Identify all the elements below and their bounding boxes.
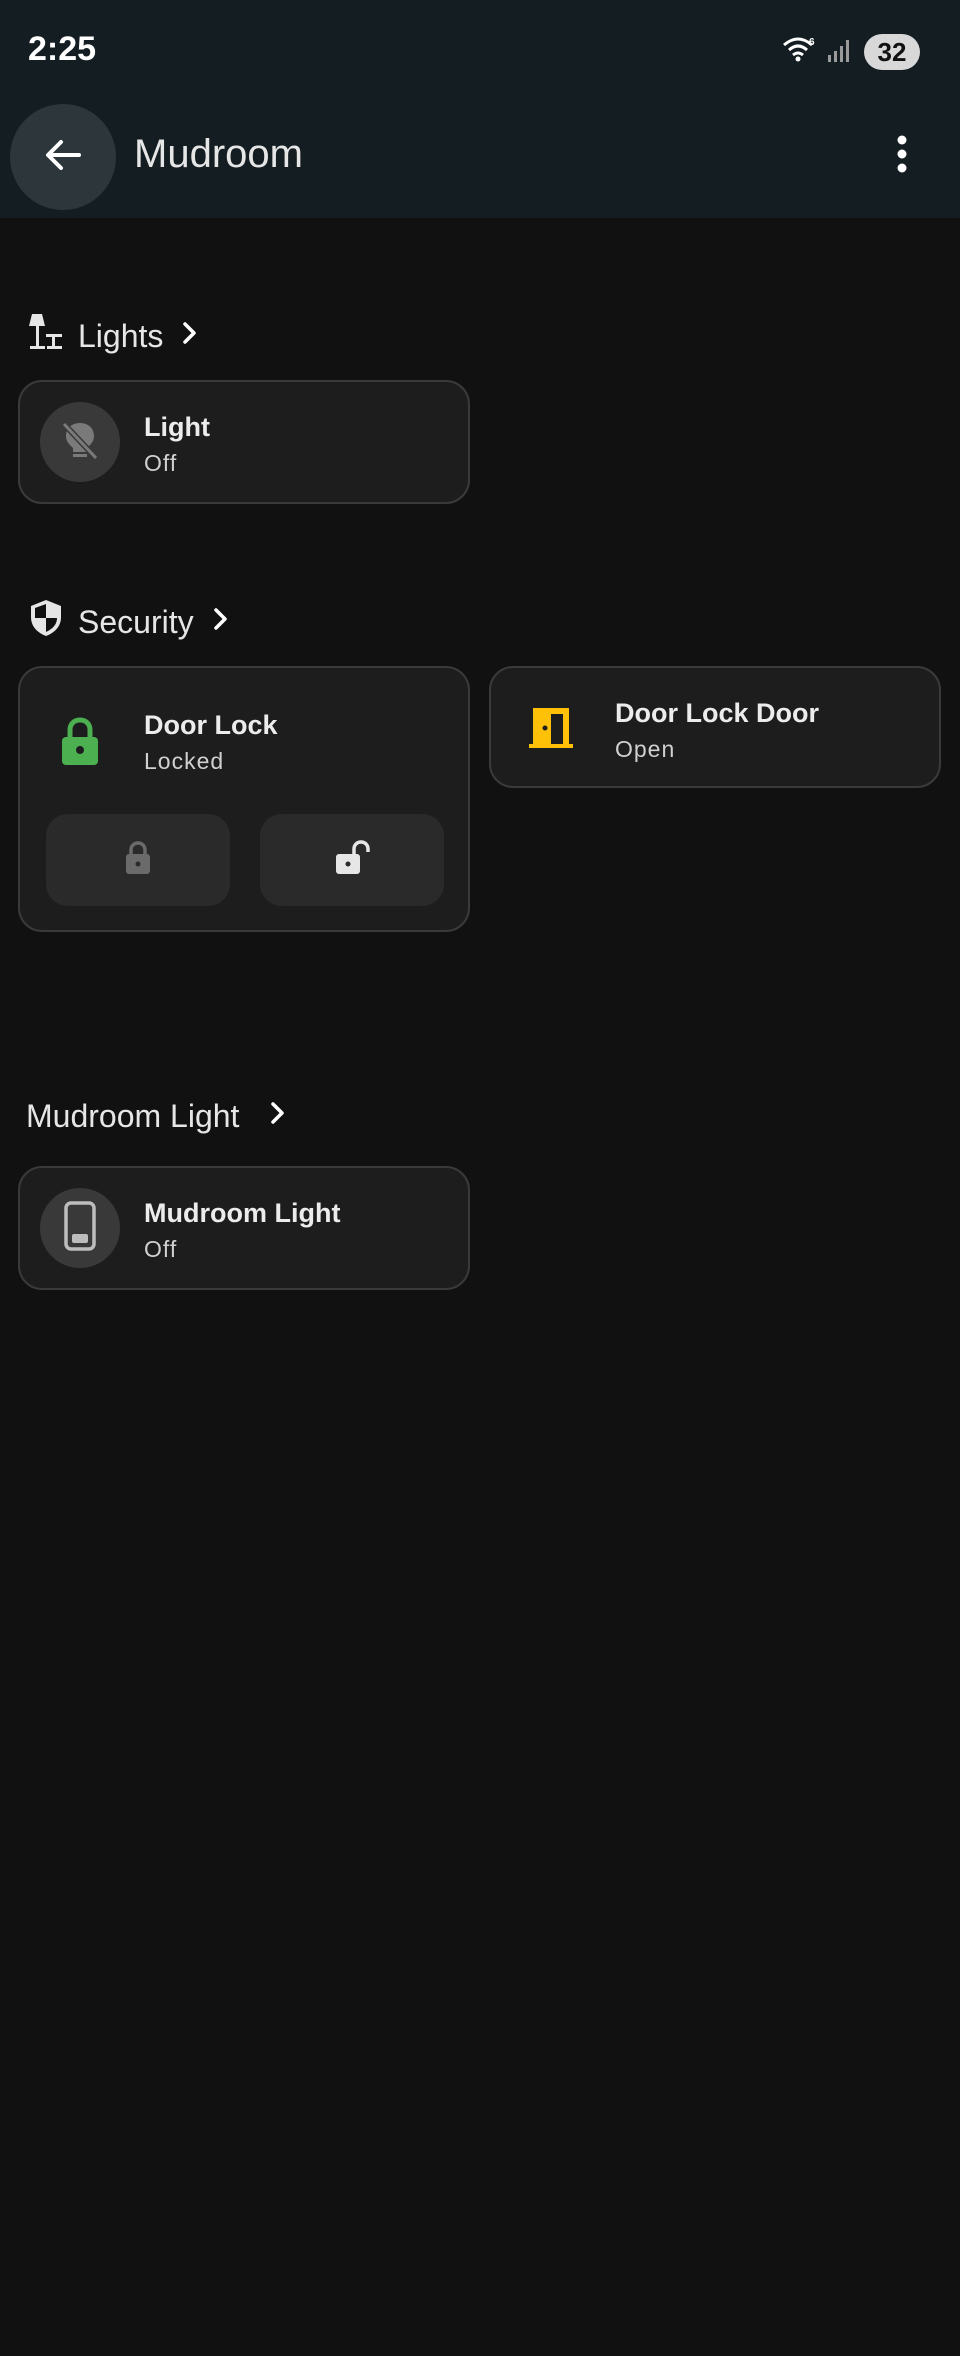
light-card[interactable]: Light Off	[18, 380, 470, 504]
section-header-mudroom-light[interactable]: Mudroom Light	[26, 1098, 289, 1135]
overflow-menu-button[interactable]	[874, 128, 930, 184]
door-lock-icon-button[interactable]	[40, 704, 120, 784]
unlock-button[interactable]	[260, 814, 444, 906]
lock-icon	[122, 839, 154, 882]
chevron-right-icon	[177, 318, 201, 355]
mudroom-light-icon-button[interactable]	[40, 1188, 120, 1268]
card-title: Mudroom Light	[144, 1198, 341, 1228]
back-button[interactable]	[10, 104, 116, 210]
card-title: Door Lock Door	[615, 698, 820, 728]
card-state: Off	[144, 1236, 178, 1262]
arrow-left-icon	[43, 135, 83, 180]
door-lock-card[interactable]: Door Lock Locked	[18, 666, 470, 932]
card-state: Off	[144, 450, 178, 476]
chevron-right-icon	[208, 604, 232, 641]
floor-lamp-icon	[28, 312, 64, 360]
shield-icon	[28, 598, 64, 646]
card-title: Light	[144, 412, 210, 442]
card-state: Open	[615, 736, 676, 762]
section-header-security[interactable]: Security	[28, 598, 232, 646]
wifi-icon: 6	[782, 36, 816, 69]
door-open-icon	[527, 702, 575, 755]
chevron-right-icon	[265, 1098, 289, 1135]
lock-icon	[58, 716, 102, 773]
more-vertical-icon	[896, 134, 908, 179]
status-time: 2:25	[28, 30, 97, 68]
section-title-mudroom-light: Mudroom Light	[26, 1098, 240, 1134]
light-switch-icon	[60, 1200, 100, 1257]
top-app-bar: 2:25 6 32 Mudroom	[0, 0, 960, 218]
door-lock-door-card[interactable]: Door Lock Door Open	[489, 666, 941, 788]
card-title: Door Lock	[144, 710, 278, 740]
section-title-security: Security	[78, 603, 194, 640]
lock-open-icon	[332, 839, 372, 882]
status-icons: 6 32	[782, 32, 920, 72]
lock-button[interactable]	[46, 814, 230, 906]
card-state: Locked	[144, 748, 225, 774]
battery-indicator: 32	[864, 34, 920, 70]
cellular-signal-icon	[826, 36, 854, 69]
section-header-lights[interactable]: Lights	[28, 312, 201, 360]
lightbulb-off-icon	[58, 418, 102, 467]
mudroom-light-card[interactable]: Mudroom Light Off	[18, 1166, 470, 1290]
section-title-lights: Lights	[78, 317, 164, 354]
page-title: Mudroom	[134, 132, 303, 176]
svg-text:6: 6	[809, 37, 815, 48]
door-icon-button[interactable]	[511, 688, 591, 768]
light-icon-button[interactable]	[40, 402, 120, 482]
